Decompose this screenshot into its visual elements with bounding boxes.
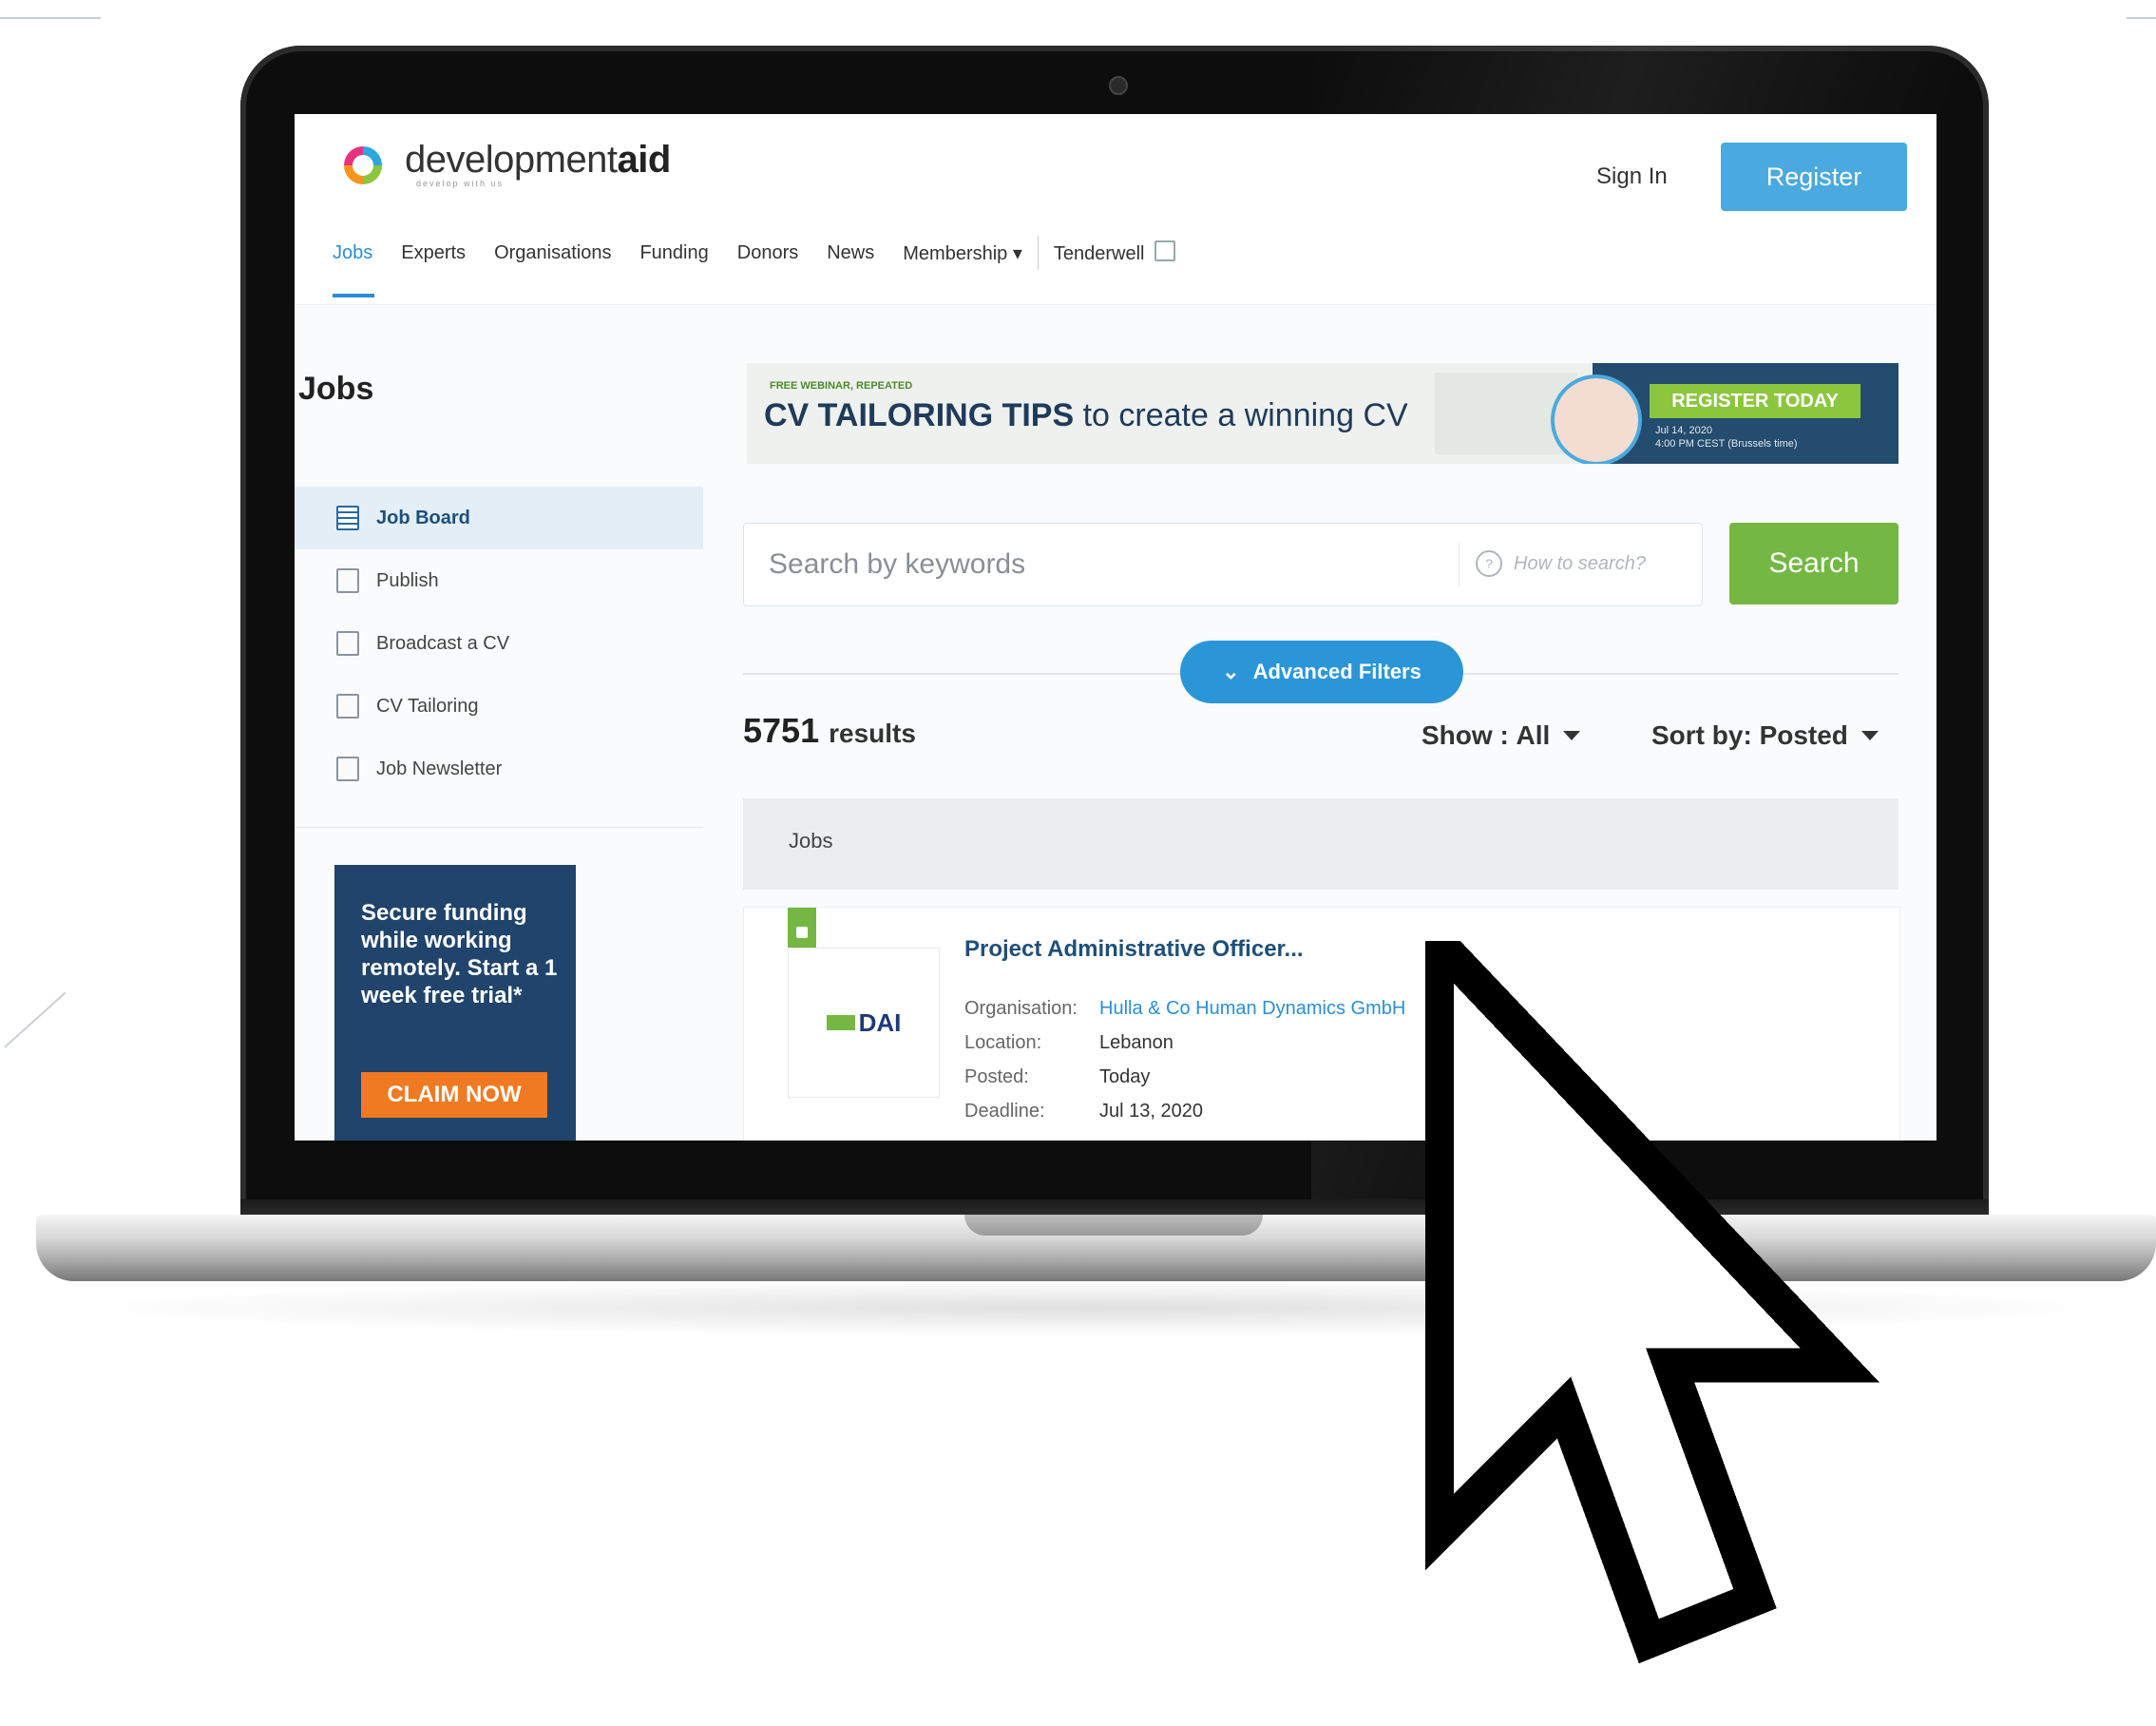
claim-now-button[interactable]: CLAIM NOW [361,1072,547,1118]
sidebar-item-job-newsletter[interactable]: Job Newsletter [295,738,703,800]
speaker-avatar [1551,374,1642,464]
jobs-section-label: Jobs [789,829,833,853]
sign-in-link[interactable]: Sign In [1596,163,1668,190]
job-detail-row: Deadline: Jul 13, 2020 [964,1094,1405,1128]
sidebar-item-job-board[interactable]: Job Board [295,487,703,549]
advanced-filters-button[interactable]: ⌄ Advanced Filters [1180,641,1463,703]
nav-item-membership[interactable]: Membership ▾ [903,241,1022,265]
banner-date-line1: Jul 14, 2020 [1655,425,1712,436]
promo-text: Secure funding while working remotely. S… [361,900,558,1008]
external-link-icon [1154,240,1175,261]
sidebar-item-publish[interactable]: Publish [295,549,703,612]
sort-dropdown[interactable]: Sort by: Posted [1651,720,1879,751]
sort-value: Posted [1759,720,1848,750]
sidebar-divider [295,827,703,828]
grid-icon [336,506,359,530]
advanced-filters-label: Advanced Filters [1252,660,1421,683]
sidebar-item-label: Job Newsletter [376,758,503,779]
jobs-section-header: Jobs [743,798,1898,890]
document-icon [336,568,359,593]
edit-icon [336,694,359,719]
show-filter-dropdown[interactable]: Show : All [1421,720,1581,751]
job-details: Organisation: Hulla & Co Human Dynamics G… [964,991,1405,1128]
promo-ad[interactable]: Secure funding while working remotely. S… [334,865,576,1141]
caret-down-icon [1563,731,1581,740]
nav-item-donors[interactable]: Donors [737,242,798,264]
results-label: results [829,719,916,748]
banner-title-bold: CV TAILORING TIPS [764,397,1075,433]
nav-item-news[interactable]: News [827,242,874,264]
banner-date: Jul 14, 2020 4:00 PM CEST (Brussels time) [1655,424,1798,451]
how-to-search-label: How to search? [1514,552,1646,574]
laptop-notch [964,1215,1263,1236]
job-detail-row: Posted: Today [964,1060,1405,1094]
org-logo-mark: DAI [826,1007,902,1038]
document-icon [336,631,359,656]
job-detail-value: Today [1099,1066,1151,1087]
job-detail-key: Deadline: [964,1101,1045,1122]
banner-date-line2: 4:00 PM CEST (Brussels time) [1655,438,1798,450]
nav-item-jobs[interactable]: Jobs [333,242,375,297]
newsletter-icon [336,757,359,781]
nav-item-funding[interactable]: Funding [639,242,708,264]
camera-icon [1109,76,1128,95]
search-input[interactable] [767,541,1436,588]
results-number: 5751 [743,711,820,750]
job-detail-key: Posted: [964,1066,1029,1087]
banner-title: CV TAILORING TIPS to create a winning CV [764,397,1408,434]
sidebar-item-label: CV Tailoring [376,695,479,717]
nav-item-organisations[interactable]: Organisations [494,242,611,264]
nav-item-tenderwell[interactable]: Tenderwell [1054,240,1175,265]
job-detail-row: Organisation: Hulla & Co Human Dynamics G… [964,991,1405,1026]
results-count: 5751 results [743,711,916,751]
job-detail-key: Location: [964,1032,1042,1053]
webinar-banner[interactable]: FREE WEBINAR, REPEATED CV TAILORING TIPS… [747,363,1898,464]
banner-kicker: FREE WEBINAR, REPEATED [770,380,913,392]
sidebar-menu: Job Board Publish Broadcast a CV CV Tail… [295,487,703,800]
caret-down-icon [1860,731,1879,740]
job-detail-value: Lebanon [1099,1032,1173,1053]
brand-logo[interactable]: developmentaid [405,139,671,182]
brand-light: development [405,139,618,181]
job-title-link[interactable]: Project Administrative Officer... [964,936,1304,963]
help-icon: ? [1476,550,1502,577]
chevron-down-icon: ⌄ [1222,660,1240,683]
org-logo-bar [826,1014,855,1030]
sidebar-title: Jobs [298,371,374,407]
main-nav: Jobs Experts Organisations Funding Donor… [333,236,1175,297]
sidebar-item-label: Broadcast a CV [376,632,510,654]
job-detail-value: Jul 13, 2020 [1099,1101,1203,1122]
sidebar-item-label: Publish [376,569,439,591]
search-divider [1459,543,1460,586]
brand-tagline: develop with us [416,179,505,188]
org-logo: DAI [788,948,940,1098]
job-detail-key: Organisation: [964,998,1078,1019]
sidebar-item-cv-tailoring[interactable]: CV Tailoring [295,675,703,738]
site-header: developmentaid develop with us Sign In R… [295,114,1937,305]
show-value: All [1516,720,1551,750]
banner-title-rest: to create a winning CV [1074,397,1408,433]
job-detail-row: Location: Lebanon [964,1026,1405,1060]
search-button[interactable]: Search [1729,523,1898,604]
sidebar-item-broadcast-cv[interactable]: Broadcast a CV [295,612,703,675]
register-today-button[interactable]: REGISTER TODAY [1650,384,1860,418]
logo-icon[interactable] [344,146,382,184]
register-button[interactable]: Register [1721,143,1907,211]
show-label: Show : [1421,720,1509,750]
organisation-link[interactable]: Hulla & Co Human Dynamics GmbH [1099,991,1405,1026]
nav-item-tenderwell-label: Tenderwell [1053,243,1145,264]
org-logo-text: DAI [858,1007,902,1037]
how-to-search-link[interactable]: ? How to search? [1476,550,1646,577]
mouse-pointer-icon [1425,941,1879,1664]
lock-icon [788,908,816,953]
sort-label: Sort by: [1651,720,1752,750]
nav-item-experts[interactable]: Experts [401,242,466,264]
search-box: ? How to search? [743,523,1703,606]
brand-bold: aid [617,139,672,181]
sidebar-item-label: Job Board [376,507,470,528]
nav-divider [1037,236,1039,270]
